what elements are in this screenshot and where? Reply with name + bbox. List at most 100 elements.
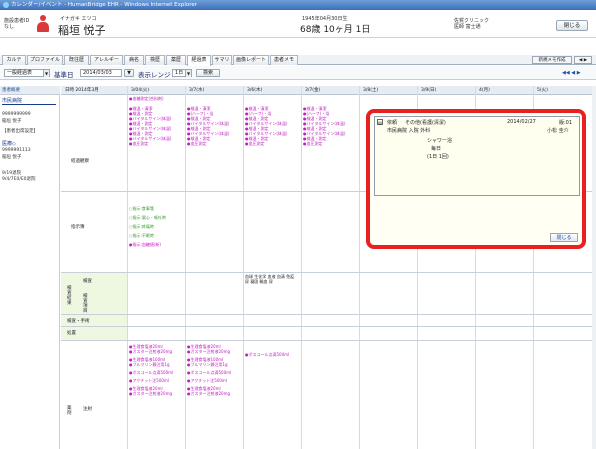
cell-entry: ●ガスター注射液20mg (129, 349, 173, 354)
patient-dob: 1945年04月30日生 (302, 16, 348, 22)
range-select[interactable]: 1日 ▼ (172, 69, 192, 77)
tab-karte[interactable]: カルテ (2, 55, 26, 65)
view-select[interactable]: 一般経過表 ▼ (4, 69, 50, 77)
sidebar-hospital[interactable]: 市民病院 (2, 97, 56, 105)
cell-entry: ○指示:不眠時 (129, 233, 154, 238)
base-date-label: 基準日 (54, 71, 74, 79)
sidebar-item[interactable]: 9/4/7E0/E0退院 (2, 176, 36, 182)
view-select-value: 一般経過表 (7, 70, 33, 76)
new-memo-button[interactable]: 新規メモ作成 (532, 56, 572, 64)
row-label-test: 検査 (83, 279, 92, 284)
sidebar-item[interactable]: 【患者出席設定】 (2, 128, 38, 134)
col-header: 3/6(木) (247, 88, 263, 93)
patient-female-icon (36, 15, 50, 33)
col-header: 日時 2014年3月 (65, 88, 99, 93)
row-label-observation: 経過観察 (71, 159, 89, 164)
cell-entry: ○指示:悪心・嘔吐時 (129, 215, 166, 220)
order-detail-content: ▤ 依頼 その他(看護(清潔) 2014/02/27 版:01 市民病院 入院 … (374, 116, 580, 196)
cell-entry: ●血糖測定(合料剤) (129, 96, 164, 101)
row-label-injection: 注射 (83, 407, 92, 412)
order-doctor: 小松 圭介 (547, 128, 569, 134)
cell-injection-1[interactable]: ●生理食塩液20ml ●ガスター注射液20mg ●生理食塩液100ml ●ブルマ… (129, 344, 183, 396)
hospital-doctor: 佐賀クリニック 医師 富士通 (454, 18, 489, 30)
cell-entry: ○指示:食事箋 (129, 206, 154, 211)
cell-entry: ●ボスコール点滴500ml (245, 352, 290, 357)
tab-lab[interactable]: 検歴 (145, 55, 165, 65)
ie-icon (3, 1, 9, 8)
tab-medication[interactable]: 薬歴 (166, 55, 186, 65)
base-date-value: 2014/03/03 (83, 70, 112, 76)
sidebar-item[interactable]: 稲垣 悦子 (2, 118, 21, 124)
base-date-input[interactable]: 2014/03/03 (80, 69, 122, 77)
tab-patient-memo[interactable]: 患者メモ (270, 55, 298, 65)
cell-injection-3[interactable]: ●ボスコール点滴500ml (245, 352, 299, 357)
cell-orders[interactable]: ○指示:食事箋 ○指示:悪心・嘔吐時 ○指示:疼痛時 ○指示:不眠時 ●指示:血… (129, 206, 183, 247)
order-detail-popup: ▤ 依頼 その他(看護(清潔) 2014/02/27 版:01 市民病院 入院 … (366, 109, 586, 249)
row-label-test-items: 検査項目 (83, 294, 88, 314)
cell-obs-2[interactable]: ●検温・清潔 ●(ハーフ)・浴 ●検温・測定 ●バイタルサイン(体温) ●検温・… (187, 106, 241, 146)
cell-entry: ●アクチット注500ml (129, 378, 169, 383)
order-times: (1日 1回) (427, 154, 449, 160)
cell-injection-2[interactable]: ●生理食塩液20ml ●ガスター注射液20mg ●生理食塩液100ml ●ブルマ… (187, 344, 241, 396)
order-date: 2014/02/27 (507, 119, 536, 125)
row-label-orders: 指示簿 (71, 225, 85, 230)
order-kind: 依頼 (387, 120, 398, 126)
order-title: その他(看護(清潔) (405, 120, 446, 126)
toolbar: 一般経過表 ▼ 基準日 2014/03/03 ▼ 表示レンジ 1日 ▼ 検索 ◀◀ … (0, 66, 596, 80)
tab-image-report[interactable]: 画像レポート (233, 55, 269, 65)
cell-obs-3[interactable]: ●検温・清潔 ●(ハーフ)・浴 ●検温・測定 ●バイタルサイン(体温) ●検温・… (245, 106, 299, 146)
sidebar-item[interactable]: 9999999999 (2, 112, 31, 117)
cell-entry: ●ブルマリン静注用1g (129, 362, 170, 367)
cell-entry: ●ボスコール点滴500ml (129, 370, 174, 375)
vertical-scrollbar[interactable] (592, 86, 596, 449)
order-dept: 市民病院 入院 外科 (387, 128, 431, 134)
patient-id-label: 施設患者ID なし (4, 18, 29, 30)
sidebar: 患者概要 市民病院 9999999999 稲垣 悦子 【患者出席設定】 医療◇ … (0, 86, 60, 449)
col-header: 4(月) (479, 88, 490, 93)
cell-entry: ●血圧測定 (129, 141, 149, 146)
tab-bar: カルテ プロファイル 既往歴 アレルギー 病名 検歴 薬歴 経過表 サマリ 画像… (0, 55, 596, 66)
col-header: 3/7(金) (305, 88, 321, 93)
tab-summary[interactable]: サマリ (212, 55, 232, 65)
row-label-medication: 薬剤 (67, 406, 72, 416)
range-select-value: 1日 (175, 70, 184, 76)
date-nav-buttons[interactable]: ◀◀ ◀ ▶ (562, 70, 581, 76)
tab-disease[interactable]: 病名 (124, 55, 144, 65)
popup-close-button[interactable]: 閉じる (550, 233, 578, 242)
cell-lab[interactable]: 血球 生化学 血液 血清 免疫 尿 凝固 輸血 尿 (245, 274, 299, 284)
row-label-lab: 検査結果 (67, 286, 72, 306)
row-label-surgery: 検査・手術 (67, 319, 90, 324)
cell-c1[interactable]: ●血糖測定(合料剤) (129, 96, 183, 101)
sidebar-item[interactable]: 9999991113 (2, 148, 31, 153)
tab-scroll-arrows[interactable]: ◀ ▶ (574, 56, 592, 64)
order-item: シャワー浴 (427, 138, 453, 144)
tab-profile[interactable]: プロファイル (27, 55, 63, 65)
cell-entry: ●血圧測定 (187, 141, 207, 146)
cell-entry: 血球 生化学 血液 血清 免疫 尿 凝固 輸血 尿 (245, 274, 295, 284)
tab-allergy[interactable]: アレルギー (90, 55, 123, 65)
cell-entry: ●ガスター注射液20mg (187, 391, 231, 396)
tab-history[interactable]: 既往歴 (64, 55, 89, 65)
cell-entry: ●ガスター注射液20mg (129, 391, 173, 396)
close-button[interactable]: 閉じる (556, 20, 588, 31)
cell-obs-1[interactable]: ●検温・清潔 ●検温・測定 ●バイタルサイン(体温) ●検温・測定 ●バイタルサ… (129, 106, 183, 146)
sidebar-item[interactable]: 稲垣 悦子 (2, 154, 21, 160)
order-frequency: 毎日 (431, 146, 442, 152)
sidebar-header: 患者概要 (0, 86, 60, 95)
grid-header: 日時 2014年3月 3/04(火) 3/7(水) 3/6(木) 3/7(金) … (61, 86, 596, 95)
calendar-button[interactable]: ▼ (124, 69, 134, 77)
tab-flowsheet[interactable]: 経過表 (187, 55, 211, 66)
cell-obs-4[interactable]: ●検温・清潔 ●(ハーフ)・浴 ●検温・測定 ●バイタルサイン(体温) ●検温・… (303, 106, 357, 146)
cell-entry: ●ブルマリン静注用1g (187, 362, 228, 367)
cell-entry: ●ガスター注射液20mg (187, 349, 231, 354)
cell-entry: ●指示:血糖値(新) (129, 242, 161, 247)
patient-header: 施設患者ID なし イナガキ エツコ 稲垣 悦子 1945年04月30日生 68歳… (0, 10, 596, 38)
patient-kana: イナガキ エツコ (60, 16, 97, 22)
chevron-down-icon: ▼ (43, 70, 49, 77)
search-button[interactable]: 検索 (196, 69, 220, 77)
patient-id-label-line2: なし (4, 24, 15, 30)
sidebar-item[interactable]: 医療◇ (2, 140, 16, 147)
col-header: 3/04(火) (131, 88, 150, 93)
row-label-procedure: 処置 (67, 331, 76, 336)
col-header: 3/9(日) (421, 88, 437, 93)
